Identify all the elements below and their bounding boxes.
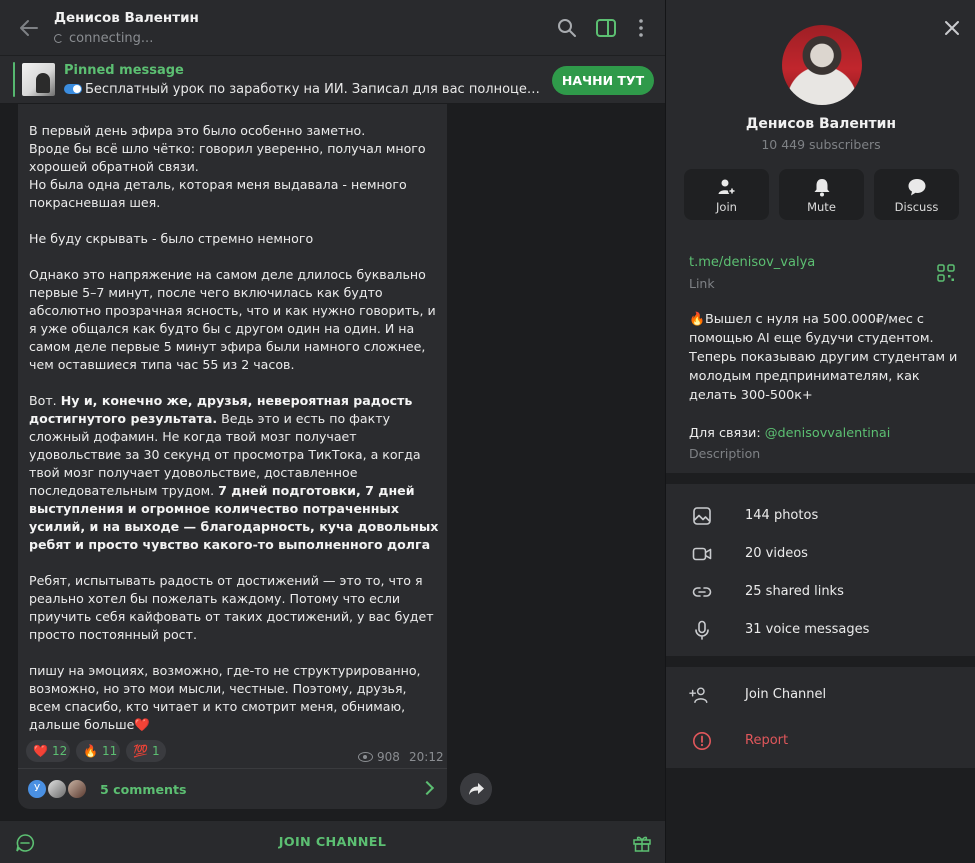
more-options-icon[interactable]: [630, 17, 652, 39]
report-label: Report: [745, 733, 789, 748]
description-text: Вышел с нуля на 500.000₽/мес с помощью A…: [689, 312, 958, 403]
start-here-button[interactable]: НАЧНИ ТУТ: [552, 66, 654, 95]
videos-row[interactable]: 20 videos: [666, 535, 975, 573]
join-channel-button[interactable]: JOIN CHANNEL: [0, 835, 665, 850]
post-paragraph-4: Вот. Ну и, конечно же, друзья, невероятн…: [29, 392, 439, 554]
reaction-count: 12: [51, 744, 68, 758]
channel-link[interactable]: t.me/denisov_valya: [689, 255, 815, 270]
mute-button[interactable]: Mute: [779, 169, 864, 220]
photo-icon: [693, 507, 711, 525]
eye-icon: [358, 752, 373, 762]
bottom-bar: JOIN CHANNEL: [0, 820, 665, 863]
contact-username-link[interactable]: @denisovvalentinai: [765, 426, 891, 441]
connection-status: connecting...: [54, 31, 153, 46]
qr-code-icon[interactable]: [937, 264, 955, 282]
chat-bubble-icon: [908, 179, 926, 196]
comments-link[interactable]: 5 comments: [100, 782, 187, 797]
post-p6-text: пишу на эмоциях, возможно, где-то не стр…: [29, 663, 421, 732]
shared-media: 144 photos 20 videos 25 shared links 31 …: [666, 484, 975, 656]
pinned-title: Pinned message: [64, 63, 184, 78]
post-paragraph-2: Не буду скрывать - было стремно немного: [29, 231, 314, 246]
avatar: [66, 778, 88, 800]
mute-label: Mute: [807, 200, 836, 214]
chat-header: Денисов Валентин connecting...: [0, 0, 665, 56]
link-label: Link: [689, 276, 715, 291]
add-user-icon: [689, 687, 708, 703]
loading-spinner-icon: [54, 34, 63, 43]
heart-emoji: ❤️: [134, 717, 151, 732]
post-paragraph-6: пишу на эмоциях, возможно, где-то не стр…: [29, 662, 439, 734]
description-label: Description: [689, 446, 761, 461]
avatar: [46, 778, 68, 800]
discuss-button[interactable]: Discuss: [874, 169, 959, 220]
connection-status-text: connecting...: [69, 31, 154, 46]
view-count: 908: [358, 750, 400, 764]
chat-title[interactable]: Денисов Валентин: [54, 10, 199, 26]
fire-reaction-emoji: 🔥: [83, 744, 98, 758]
reaction-count: 1: [151, 744, 160, 758]
reaction-fire[interactable]: 🔥 11: [76, 740, 120, 762]
channel-info: t.me/denisov_valya Link 🔥Вышел с нуля на…: [666, 237, 975, 473]
links-count: 25 shared links: [745, 584, 844, 599]
comments-bar[interactable]: У 5 comments: [18, 768, 447, 809]
post-paragraph-1: В первый день эфира это было особенно за…: [29, 123, 426, 210]
links-row[interactable]: 25 shared links: [666, 573, 975, 611]
channel-actions: Join Channel Report: [666, 667, 975, 768]
channel-post: В первый день эфира это было особенно за…: [18, 104, 447, 809]
avatar[interactable]: [782, 25, 862, 105]
reaction-hundred[interactable]: 💯 1: [126, 740, 166, 762]
videos-count: 20 videos: [745, 546, 808, 561]
sidebar-toggle-icon[interactable]: [595, 17, 617, 39]
warning-icon: [693, 732, 711, 750]
photos-count: 144 photos: [745, 508, 819, 523]
bell-icon: [814, 179, 830, 197]
post-paragraph-3: Однако это напряжение на самом деле длил…: [29, 267, 436, 372]
video-icon: [692, 547, 712, 561]
channel-name: Денисов Валентин: [745, 116, 897, 132]
fire-emoji: 🔥: [689, 312, 705, 327]
add-user-icon: [718, 179, 736, 195]
post-p4-start: Вот.: [29, 393, 61, 408]
channel-description: 🔥Вышел с нуля на 500.000₽/мес с помощью …: [689, 310, 964, 443]
link-icon: [692, 587, 712, 597]
photos-row[interactable]: 144 photos: [666, 497, 975, 535]
report-row[interactable]: Report: [666, 722, 975, 760]
microphone-icon: [695, 620, 709, 640]
subscriber-count: 10 449 subscribers: [761, 137, 881, 152]
toggle-icon: [64, 84, 82, 94]
pinned-text: Бесплатный урок по заработку на ИИ. Запи…: [64, 82, 542, 97]
profile-header: Денисов Валентин 10 449 subscribers Join…: [666, 0, 975, 237]
close-icon[interactable]: [943, 19, 961, 37]
post-paragraph-5: Ребят, испытывать радость от достижений …: [29, 573, 434, 642]
reaction-heart[interactable]: ❤️ 12: [26, 740, 70, 762]
heart-reaction-emoji: ❤️: [33, 744, 48, 758]
voice-row[interactable]: 31 voice messages: [666, 611, 975, 649]
join-channel-row[interactable]: Join Channel: [666, 676, 975, 714]
gift-icon[interactable]: [632, 833, 652, 853]
avatar: У: [26, 778, 48, 800]
contact-label: Для связи:: [689, 426, 765, 441]
join-channel-label: Join Channel: [745, 687, 827, 702]
pinned-indicator: [13, 62, 15, 97]
post-time: 20:12: [409, 750, 444, 764]
chevron-right-icon: [419, 780, 435, 796]
join-button[interactable]: Join: [684, 169, 769, 220]
pinned-text-content: Бесплатный урок по заработку на ИИ. Запи…: [85, 82, 542, 97]
hundred-reaction-emoji: 💯: [133, 744, 148, 758]
search-icon[interactable]: [556, 17, 578, 39]
reaction-count: 11: [101, 744, 118, 758]
pinned-thumbnail: [22, 63, 55, 96]
share-icon[interactable]: [460, 773, 492, 805]
discuss-label: Discuss: [894, 200, 939, 214]
view-count-value: 908: [377, 750, 400, 764]
voice-count: 31 voice messages: [745, 622, 870, 637]
post-text: В первый день эфира это было особенно за…: [29, 122, 439, 734]
channel-info-panel: Денисов Валентин 10 449 subscribers Join…: [665, 0, 975, 863]
back-arrow-icon[interactable]: [18, 17, 40, 39]
join-label: Join: [716, 200, 737, 214]
chat-area: Денисов Валентин connecting... Pinned me…: [0, 0, 665, 863]
